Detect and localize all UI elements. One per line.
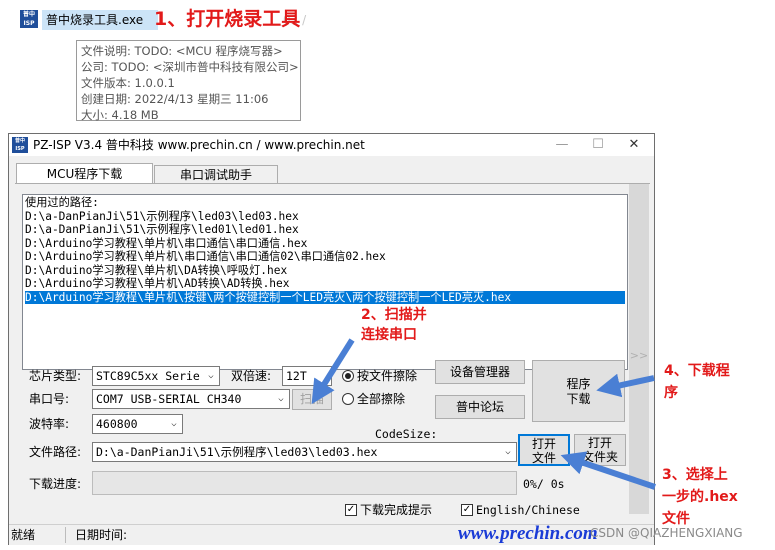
annotation-step3: 3、选择上 一步的.hex 文件 (662, 464, 772, 530)
watermark-csdn: CSDN @QIAZHENGXIANG (590, 526, 743, 540)
annotation-step4-line1: 4、下载程 (664, 363, 730, 379)
annotation-step2: 2、扫描并 连接串口 (361, 305, 427, 345)
annotation-step2-line2: 连接串口 (361, 327, 417, 343)
annotation-step4-line2: 序 (664, 385, 678, 401)
arrow-to-scan-button (311, 338, 355, 405)
arrow-to-download-button (596, 373, 655, 398)
arrow-to-open-file-button (560, 451, 656, 490)
annotation-step2-line1: 2、扫描并 (361, 307, 427, 323)
annotation-step3-line2: 一步的.hex (662, 489, 738, 505)
annotation-step4: 4、下载程 序 (664, 360, 730, 404)
watermark-url: www.prechin.com (458, 523, 598, 544)
annotation-arrows (311, 338, 656, 490)
annotation-step3-line1: 3、选择上 (662, 467, 728, 483)
